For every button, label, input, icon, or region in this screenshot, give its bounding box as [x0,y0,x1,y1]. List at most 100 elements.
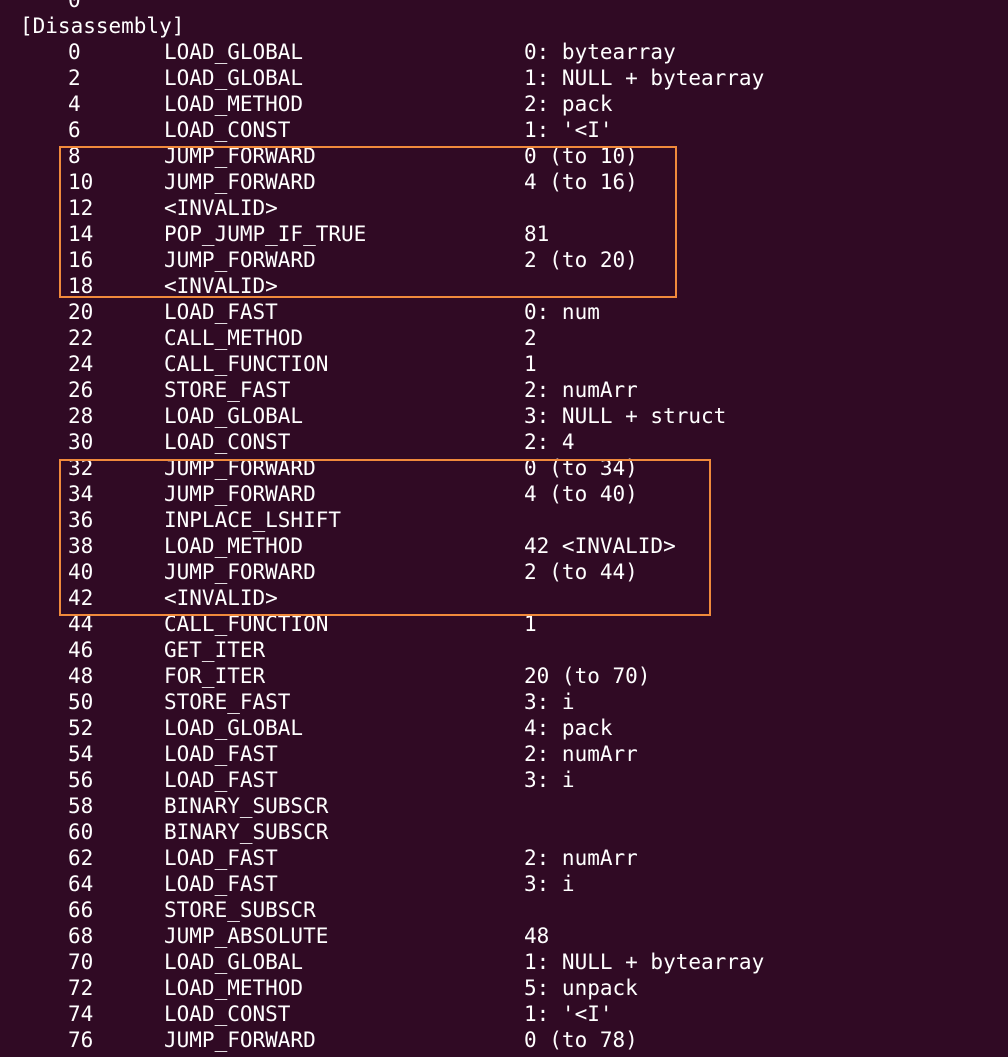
instruction-offset: 36 [68,508,94,532]
instruction-arg: 4 (to 16) [524,170,638,194]
instruction-offset: 2 [68,66,81,90]
instruction-arg: 2: numArr [524,846,638,870]
instruction-arg: 2 (to 44) [524,560,638,584]
instruction-opname: LOAD_CONST [164,118,291,142]
instruction-opname: LOAD_GLOBAL [164,716,304,740]
instruction-arg: 2: pack [524,92,613,116]
instruction-opname: JUMP_FORWARD [164,456,316,480]
instruction-opname: LOAD_FAST [164,872,278,896]
instruction-opname: JUMP_ABSOLUTE [164,924,329,948]
instruction-offset: 42 [68,586,94,610]
instruction-opname: JUMP_FORWARD [164,1028,316,1052]
instruction-arg: 2: 4 [524,430,575,454]
instruction-arg: 3: i [524,690,575,714]
instruction-offset: 50 [68,690,94,714]
instruction-offset: 4 [68,92,81,116]
instruction-opname: CALL_METHOD [164,326,304,350]
instruction-offset: 44 [68,612,94,636]
instruction-offset: 74 [68,1002,94,1026]
instruction-opname: CALL_FUNCTION [164,612,329,636]
instruction-opname: LOAD_METHOD [164,534,304,558]
instruction-opname: LOAD_FAST [164,846,278,870]
instruction-arg: 4 (to 40) [524,482,638,506]
instruction-offset: 0 [68,40,81,64]
instruction-opname: JUMP_FORWARD [164,144,316,168]
instruction-opname: BINARY_SUBSCR [164,820,329,844]
instruction-arg: 1: '<I' [524,1002,613,1026]
instruction-opname: LOAD_GLOBAL [164,404,304,428]
instruction-arg: 2: numArr [524,742,638,766]
instruction-offset: 14 [68,222,94,246]
instruction-offset: 46 [68,638,94,662]
instruction-offset: 18 [68,274,94,298]
instruction-arg: 4: pack [524,716,613,740]
disassembly-header-line: [Disassembly] [0,13,184,39]
instruction-offset: 20 [68,300,94,324]
instruction-opname: POP_JUMP_IF_TRUE [164,222,367,246]
instruction-opname: STORE_SUBSCR [164,898,316,922]
instruction-arg: 0 (to 10) [524,144,638,168]
instruction-opname: BINARY_SUBSCR [164,794,329,818]
instruction-arg: 1: NULL + bytearray [524,66,765,90]
instruction-opname: JUMP_FORWARD [164,560,316,584]
terminal-output: 0 [Disassembly] 0 LOAD_GLOBAL 0: bytearray… [0,0,1008,1057]
instruction-arg: 3: i [524,872,575,896]
instruction-offset: 16 [68,248,94,272]
instruction-offset: 40 [68,560,94,584]
instruction-arg: 48 [524,924,550,948]
instruction-arg: 1: NULL + bytearray [524,950,765,974]
instruction-opname: LOAD_GLOBAL [164,66,304,90]
disassembly-header: [Disassembly] [20,14,185,38]
instruction-offset: 26 [68,378,94,402]
instruction-opname: CALL_FUNCTION [164,352,329,376]
instruction-offset: 54 [68,742,94,766]
instruction-offset: 56 [68,768,94,792]
instruction-opname: LOAD_FAST [164,768,278,792]
instruction-offset: 30 [68,430,94,454]
instruction-offset: 8 [68,144,81,168]
instruction-offset: 22 [68,326,94,350]
instruction-arg: 3: NULL + struct [524,404,727,428]
instruction-opname: <INVALID> [164,196,278,220]
instruction-offset: 6 [68,118,81,142]
instruction-arg: 20 (to 70) [524,664,651,688]
instruction-offset: 70 [68,950,94,974]
instruction-arg: 1 [524,352,537,376]
instruction-offset: 58 [68,794,94,818]
instruction-offset: 28 [68,404,94,428]
instruction-offset: 34 [68,482,94,506]
instruction-arg: 81 [524,222,550,246]
instruction-opname: LOAD_GLOBAL [164,950,304,974]
instruction-opname: <INVALID> [164,586,278,610]
instruction-opname: LOAD_CONST [164,430,291,454]
instruction-offset: 10 [68,170,94,194]
instruction-arg: 1: '<I' [524,118,613,142]
top-fragment: 0 [68,0,81,12]
instruction-opname: <INVALID> [164,274,278,298]
instruction-offset: 68 [68,924,94,948]
instruction-opname: INPLACE_LSHIFT [164,508,342,532]
instruction-arg: 0: bytearray [524,40,676,64]
instruction-opname: JUMP_FORWARD [164,482,316,506]
instruction-offset: 12 [68,196,94,220]
instruction-offset: 48 [68,664,94,688]
instruction-offset: 60 [68,820,94,844]
instruction-opname: LOAD_METHOD [164,976,304,1000]
instruction-offset: 32 [68,456,94,480]
instruction-opname: LOAD_GLOBAL [164,40,304,64]
instruction-opname: GET_ITER [164,638,266,662]
instruction-arg: 2 (to 20) [524,248,638,272]
instruction-opname: FOR_ITER [164,664,266,688]
instruction-arg: 5: unpack [524,976,638,1000]
instruction-arg: 0 (to 78) [524,1028,638,1052]
top-fragment-line: 0 [0,0,81,13]
instruction-offset: 52 [68,716,94,740]
instruction-offset: 62 [68,846,94,870]
instruction-opname: STORE_FAST [164,690,291,714]
instruction-arg: 2 [524,326,537,350]
instruction-opname: LOAD_FAST [164,300,278,324]
instruction-arg: 3: i [524,768,575,792]
instruction-opname: JUMP_FORWARD [164,170,316,194]
instruction-opname: JUMP_FORWARD [164,248,316,272]
instruction-arg: 1 [524,612,537,636]
